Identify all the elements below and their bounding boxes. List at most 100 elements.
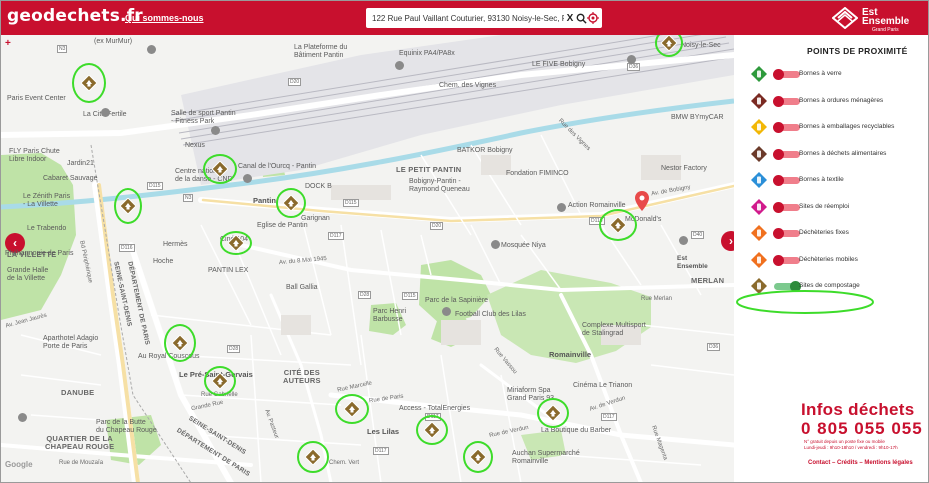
poi-pin[interactable] — [395, 61, 404, 70]
proximity-item-7[interactable]: Déchèteries fixes — [745, 223, 925, 245]
poi-jardin21[interactable]: Jardin21 — [67, 160, 94, 168]
toggle-switch[interactable] — [773, 201, 800, 213]
poi-bmw[interactable]: BMW BYmyCAR — [671, 114, 724, 122]
poi-miriaform[interactable]: Miriaform Spa Grand Paris 93 — [507, 387, 554, 403]
credits-link[interactable]: Crédits — [837, 460, 858, 466]
site-logo[interactable]: geodechets.fr — [7, 6, 143, 26]
poi-cinema-trianon[interactable]: Cinéma Le Trianon — [573, 382, 632, 390]
poi-aparthotel[interactable]: Aparthotel Adagio Porte de Paris — [43, 335, 98, 351]
poi-bobigny-pantin[interactable]: Bobigny-Pantin - Raymond Queneau — [409, 178, 470, 194]
poi-salle-sport[interactable]: Salle de sport Pantin - Fitness Park — [171, 110, 236, 126]
poi-parc-sapiniere[interactable]: Parc de la Sapinière — [425, 297, 488, 305]
compost-site-marker[interactable] — [212, 373, 228, 389]
compost-site-marker[interactable] — [470, 449, 486, 465]
poi-nestor-factory[interactable]: Nestor Factory — [661, 165, 707, 173]
poi-fly-paris[interactable]: FLY Paris Chute Libre Indoor — [9, 148, 60, 164]
zoom-in-button[interactable]: + — [5, 38, 11, 49]
est-ensemble-brand[interactable]: Est Ensemble Grand Paris — [832, 5, 926, 33]
poi-pin[interactable] — [243, 174, 252, 183]
compost-site-marker[interactable] — [424, 422, 440, 438]
poi-garignan[interactable]: Garignan — [301, 215, 330, 223]
poi-parc-butte[interactable]: Parc de la Butte du Chapeau Rouge — [96, 419, 157, 435]
poi-grande-halle[interactable]: Grande Halle de la Villette — [7, 267, 48, 283]
poi-aubervilliers[interactable]: (ex MurMur) — [94, 38, 132, 46]
poi-canal-ourcq[interactable]: Canal de l'Ourcq - Pantin — [238, 163, 316, 171]
poi-access-total[interactable]: Access - TotalEnergies — [399, 405, 470, 413]
address-search-input[interactable] — [372, 11, 564, 25]
compost-site-marker[interactable] — [81, 75, 97, 91]
toggle-switch[interactable] — [773, 175, 800, 186]
compost-site-marker[interactable] — [120, 198, 136, 214]
poi-batkor[interactable]: BATKOR Bobigny — [457, 147, 513, 155]
poi-mosquee[interactable]: Mosquée Niya — [501, 242, 546, 250]
poi-equinix[interactable]: Equinix PA4/PA8x — [399, 50, 455, 58]
poi-football-club[interactable]: Football Club des Lilas — [455, 311, 526, 319]
poi-hermes[interactable]: Hermès — [163, 241, 188, 249]
compost-site-marker[interactable] — [661, 35, 677, 51]
toggle-switch[interactable] — [773, 148, 800, 160]
poi-eglise-pantin[interactable]: Eglise de Pantin — [257, 222, 308, 230]
about-link[interactable]: Qui sommes-nous — [125, 13, 204, 23]
location-pin-icon[interactable] — [635, 191, 649, 211]
toggle-switch[interactable] — [773, 228, 800, 239]
poi-cabaret-sauvage[interactable]: Cabaret Sauvage — [43, 175, 97, 183]
poi-complexe-stalingrad[interactable]: Complexe Multisport de Stalingrad — [582, 322, 646, 338]
proximity-item-3[interactable]: Bornes à emballages recyclables — [745, 117, 925, 139]
contact-link[interactable]: Contact — [808, 460, 830, 466]
poi-au-royal[interactable]: Au Royal Couscous — [138, 353, 199, 361]
poi-paris-event[interactable]: Paris Event Center — [7, 95, 66, 103]
poi-pin[interactable] — [679, 236, 688, 245]
poi-dock-b[interactable]: DOCK B — [305, 183, 332, 191]
compost-site-marker[interactable] — [283, 195, 299, 211]
poi-trabendo[interactable]: Le Trabendo — [27, 225, 66, 233]
poi-fondation-fiminco[interactable]: Fondation FIMINCO — [506, 170, 569, 178]
info-phone-number[interactable]: 0 805 055 055 — [801, 419, 923, 439]
poi-pin[interactable] — [557, 203, 566, 212]
toggle-switch[interactable] — [773, 254, 800, 266]
toggle-switch[interactable] — [774, 281, 801, 292]
poi-auchan[interactable]: Auchan Supermarché Romainville — [512, 450, 580, 466]
poi-zenith[interactable]: Le Zénith Paris - La Villette — [23, 193, 70, 209]
poi-mcdonalds[interactable]: McDonald's — [625, 216, 661, 224]
toggle-switch[interactable] — [773, 69, 800, 80]
poi-pantin-lex[interactable]: PANTIN LEX — [208, 267, 248, 275]
poi-philharmonie[interactable]: Philharmonie de Paris — [5, 250, 73, 258]
poi-pin[interactable] — [491, 240, 500, 249]
toggle-switch[interactable] — [773, 95, 800, 107]
compost-site-marker[interactable] — [212, 161, 228, 177]
poi-le-five[interactable]: LE FIVE Bobigny — [532, 61, 585, 69]
compost-site-marker[interactable] — [545, 405, 561, 421]
poi-pin[interactable] — [211, 126, 220, 135]
compost-site-marker[interactable] — [344, 401, 360, 417]
poi-nexus[interactable]: Nexus — [185, 142, 205, 150]
proximity-item-label: Sites de réemploi — [799, 202, 850, 210]
poi-ball-gallia[interactable]: Ball Gallia — [286, 284, 318, 292]
geolocate-button[interactable] — [586, 10, 600, 26]
poi-pin[interactable] — [627, 55, 636, 64]
proximity-item-6[interactable]: Sites de réemploi — [745, 197, 925, 219]
proximity-item-2[interactable]: Bornes à ordures ménagères — [745, 91, 925, 113]
poi-la-plateforme[interactable]: La Plateforme du Bâtiment Pantin — [294, 44, 347, 60]
poi-pin[interactable] — [147, 45, 156, 54]
map-view[interactable]: + ‹ › Pantin LE PETIT PANTIN Romainville… — [1, 35, 734, 482]
compost-site-marker[interactable] — [305, 449, 321, 465]
map-next-button[interactable]: › — [721, 231, 734, 251]
legal-link[interactable]: Mentions légales — [864, 460, 912, 466]
poi-pin[interactable] — [18, 413, 27, 422]
zoom-control[interactable]: + — [5, 38, 11, 49]
compost-site-marker[interactable] — [172, 335, 188, 351]
poi-action-romainville[interactable]: Action Romainville — [568, 202, 626, 210]
proximity-item-1[interactable]: Bornes à verre — [745, 64, 925, 86]
proximity-item-9[interactable]: Sites de compostage — [745, 276, 925, 298]
poi-pin[interactable] — [442, 307, 451, 316]
proximity-item-8[interactable]: Déchèteries mobiles — [745, 250, 925, 272]
proximity-item-4[interactable]: Bornes à déchets alimentaires — [745, 144, 925, 166]
poi-parc-barbusse[interactable]: Parc Henri Barbusse — [373, 308, 406, 324]
poi-pin[interactable] — [101, 108, 110, 117]
proximity-item-5[interactable]: Bornes à textile — [745, 170, 925, 192]
compost-site-marker[interactable] — [228, 235, 244, 251]
compost-site-marker[interactable] — [610, 217, 626, 233]
poi-boutique-barber[interactable]: La Boutique du Barber — [541, 427, 611, 435]
map-base-layer — [1, 35, 734, 482]
toggle-switch[interactable] — [773, 122, 800, 133]
